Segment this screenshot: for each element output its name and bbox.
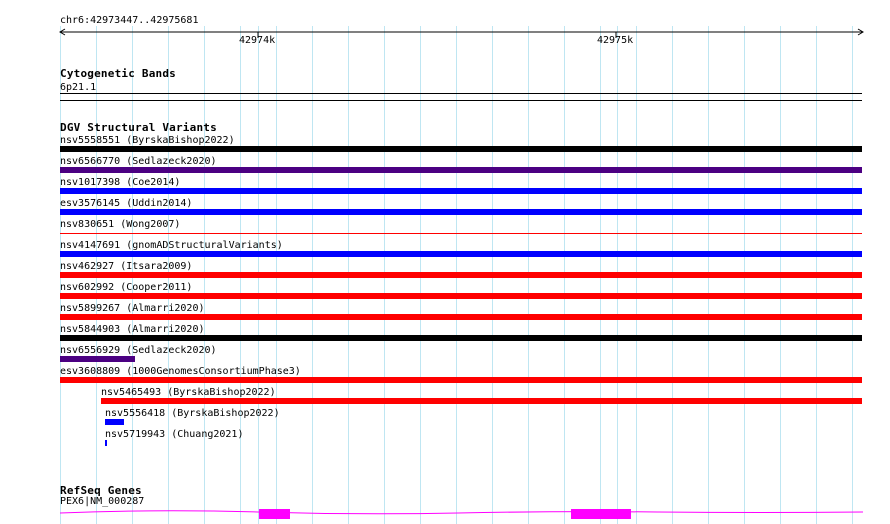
variant-label[interactable]: nsv602992 (Cooper2011) xyxy=(60,282,192,293)
variant-bar[interactable] xyxy=(105,419,124,425)
variant-bar[interactable] xyxy=(105,440,107,446)
scale-ruler[interactable] xyxy=(58,26,866,40)
variant-bar[interactable] xyxy=(60,167,862,173)
variant-bar[interactable] xyxy=(60,293,862,299)
variant-label[interactable]: nsv5719943 (Chuang2021) xyxy=(105,429,243,440)
variant-label[interactable]: nsv1017398 (Coe2014) xyxy=(60,177,180,188)
cytoband-bar-top xyxy=(60,93,862,94)
variant-label[interactable]: nsv6566770 (Sedlazeck2020) xyxy=(60,156,217,167)
genome-browser-view: { "ruler": { "position": "chr6:42973447.… xyxy=(0,0,890,524)
dgv-track-title[interactable]: DGV Structural Variants xyxy=(60,121,217,134)
variant-label[interactable]: nsv830651 (Wong2007) xyxy=(60,219,180,230)
variant-bar[interactable] xyxy=(60,314,862,320)
variant-label[interactable]: esv3608809 (1000GenomesConsortiumPhase3) xyxy=(60,366,301,377)
tick-label: 42974k xyxy=(239,35,276,46)
cytoband-label: 6p21.1 xyxy=(60,82,97,93)
variant-bar[interactable] xyxy=(60,233,862,234)
tick-label: 42975k xyxy=(597,35,634,46)
variant-bar[interactable] xyxy=(60,335,862,341)
variant-bar[interactable] xyxy=(60,209,862,215)
variant-bar[interactable] xyxy=(60,272,862,278)
variant-label[interactable]: nsv5558551 (ByrskaBishop2022) xyxy=(60,135,235,146)
variant-label[interactable]: nsv5844903 (Almarri2020) xyxy=(60,324,205,335)
variant-label[interactable]: nsv462927 (Itsara2009) xyxy=(60,261,192,272)
variant-label[interactable]: nsv5556418 (ByrskaBishop2022) xyxy=(105,408,280,419)
variant-label[interactable]: nsv6556929 (Sedlazeck2020) xyxy=(60,345,217,356)
cytoband-track-title[interactable]: Cytogenetic Bands xyxy=(60,67,176,80)
variant-bar[interactable] xyxy=(101,398,862,404)
variant-label[interactable]: nsv5465493 (ByrskaBishop2022) xyxy=(101,387,276,398)
variant-bar[interactable] xyxy=(60,188,862,194)
variant-bar[interactable] xyxy=(60,356,135,362)
position-readout: chr6:42973447..42975681 xyxy=(60,15,199,26)
gene-model[interactable] xyxy=(58,504,866,524)
intron-line xyxy=(59,510,864,515)
exon-block xyxy=(571,509,631,519)
variant-label[interactable]: nsv5899267 (Almarri2020) xyxy=(60,303,205,314)
variant-label[interactable]: nsv4147691 (gnomADStructuralVariants) xyxy=(60,240,283,251)
variant-label[interactable]: esv3576145 (Uddin2014) xyxy=(60,198,192,209)
variant-bar[interactable] xyxy=(60,251,862,257)
cytoband-bar-bottom xyxy=(60,100,862,101)
variant-bar[interactable] xyxy=(60,377,862,383)
variant-bar[interactable] xyxy=(60,146,862,152)
exon-block xyxy=(259,509,290,519)
